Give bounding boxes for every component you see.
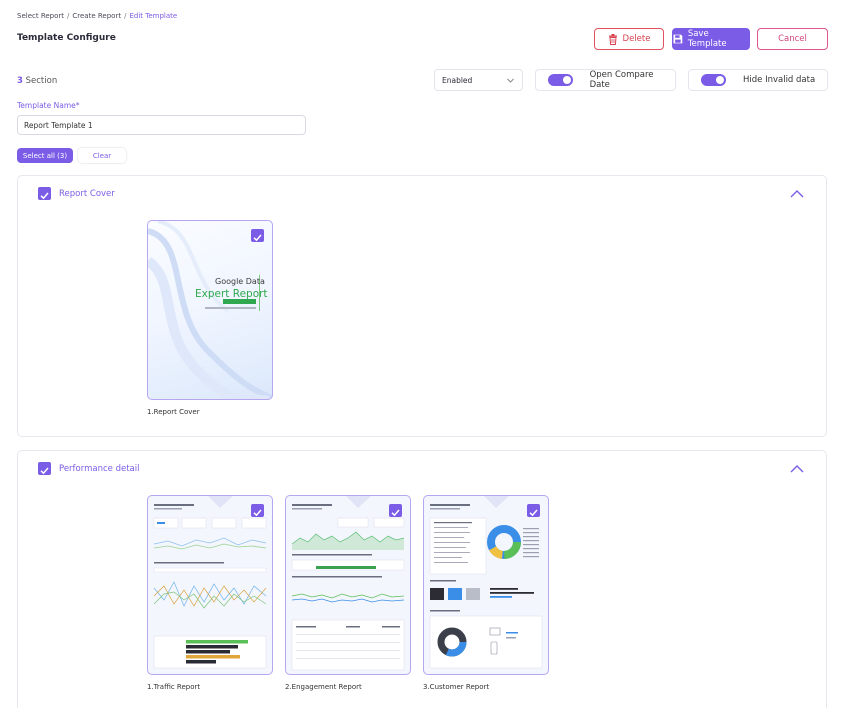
engagement-report-label: 2.Engagement Report: [285, 683, 362, 691]
cover-subline: [205, 307, 256, 309]
delete-button[interactable]: Delete: [594, 28, 664, 50]
section-count-label: Section: [25, 76, 58, 86]
performance-detail-checkbox[interactable]: [38, 462, 51, 475]
traffic-report-thumbnail[interactable]: [147, 495, 273, 675]
trash-icon: [608, 33, 617, 45]
check-icon: [40, 192, 49, 200]
engagement-report-preview: [291, 496, 405, 671]
cancel-button[interactable]: Cancel: [757, 28, 828, 50]
select-all-button[interactable]: Select all (3): [17, 148, 73, 163]
cover-wave-decoration: [148, 221, 272, 399]
hide-invalid-data-toggle-card: Hide Invalid data: [688, 69, 828, 91]
breadcrumb-create-report[interactable]: Create Report: [72, 12, 121, 20]
hide-invalid-data-label: Hide Invalid data: [743, 75, 816, 85]
check-icon: [391, 509, 400, 517]
check-icon: [40, 467, 49, 475]
save-template-button[interactable]: Save Template: [672, 28, 750, 50]
section-count: 3 Section: [17, 76, 57, 86]
breadcrumb-separator: /: [67, 12, 70, 20]
breadcrumb-select-report[interactable]: Select Report: [17, 12, 64, 20]
performance-detail-panel: Performance detail 1.Traffic Report 2.En…: [17, 450, 827, 708]
check-icon: [253, 509, 262, 517]
open-compare-date-toggle-card: Open Compare Date: [535, 69, 676, 91]
report-cover-checkbox[interactable]: [38, 187, 51, 200]
open-compare-date-label: Open Compare Date: [589, 70, 654, 90]
customer-report-label: 3.Customer Report: [423, 683, 490, 691]
status-select[interactable]: Enabled: [434, 69, 523, 91]
open-compare-date-switch[interactable]: [548, 74, 573, 86]
breadcrumb-separator: /: [124, 12, 127, 20]
section-count-number: 3: [17, 76, 23, 86]
chevron-up-icon[interactable]: [790, 464, 804, 473]
report-cover-title: Report Cover: [59, 189, 115, 199]
cover-tag: [223, 299, 256, 304]
customer-report-preview: [429, 496, 543, 669]
delete-label: Delete: [622, 34, 651, 44]
customer-report-checkbox[interactable]: [527, 504, 540, 517]
engagement-report-checkbox[interactable]: [389, 504, 402, 517]
traffic-report-checkbox[interactable]: [251, 504, 264, 517]
customer-report-thumbnail[interactable]: [423, 495, 549, 675]
check-icon: [529, 509, 538, 517]
traffic-report-preview: [153, 496, 267, 669]
breadcrumb: Select Report / Create Report / Edit Templat…: [17, 12, 177, 20]
hide-invalid-data-switch[interactable]: [701, 74, 726, 86]
template-name-input[interactable]: [17, 115, 306, 135]
clear-button[interactable]: Clear: [78, 148, 126, 163]
breadcrumb-current: Edit Template: [129, 12, 178, 20]
chevron-down-icon: [507, 78, 514, 83]
report-cover-item-label: 1.Report Cover: [147, 408, 200, 416]
save-label: Save Template: [687, 29, 727, 49]
cancel-label: Cancel: [778, 34, 807, 44]
report-cover-panel: Report Cover Google Data Expert Report 1…: [17, 175, 827, 437]
status-select-value: Enabled: [442, 75, 473, 85]
template-name-label: Template Name*: [17, 101, 80, 110]
cover-title: Google Data: [215, 277, 265, 286]
check-icon: [253, 234, 262, 242]
performance-detail-title: Performance detail: [59, 464, 140, 474]
engagement-report-thumbnail[interactable]: [285, 495, 411, 675]
page-title: Template Configure: [17, 33, 116, 43]
traffic-report-label: 1.Traffic Report: [147, 683, 201, 691]
report-cover-thumbnail[interactable]: Google Data Expert Report: [147, 220, 273, 400]
save-icon: [673, 34, 683, 44]
chevron-up-icon[interactable]: [790, 189, 804, 198]
edit-template-page: Select Report / Create Report / Edit Templat…: [0, 0, 846, 708]
report-cover-item-checkbox[interactable]: [251, 229, 264, 242]
